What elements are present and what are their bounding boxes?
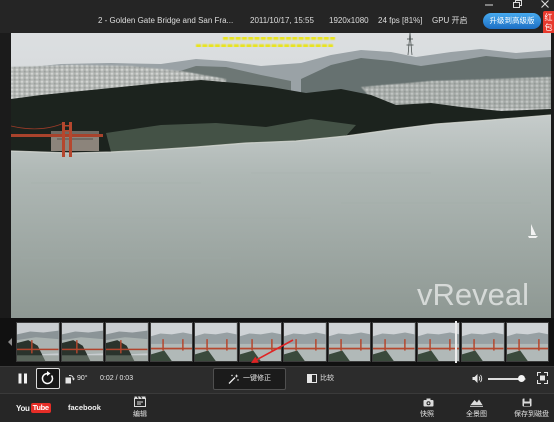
video-scene: vReveal [11,33,551,318]
edit-label[interactable]: 编辑 [133,410,147,419]
snapshot-label[interactable]: 快照 [420,410,434,419]
thumbnail-image [418,323,460,361]
left-gutter [0,33,11,318]
video-frame[interactable]: vReveal [11,33,551,318]
thumbnail-image [151,323,193,361]
bottom-toolbar: You Tube facebook 编辑 快照 全景图 保存到磁盘 [0,393,554,422]
filmstrip-thumbnail[interactable] [194,322,238,362]
title-bar: 2 - Golden Gate Bridge and San Fra... 20… [0,0,554,36]
minimize-icon[interactable] [483,0,495,9]
filmstrip-thumbnail[interactable] [283,322,327,362]
filmstrip-thumbnail[interactable] [327,322,371,362]
thumbnail-image [284,323,326,361]
panorama-icon[interactable] [470,398,483,407]
gpu-status: GPU 开启 [432,16,468,25]
magic-wand-icon [228,374,239,384]
disk-icon[interactable] [522,398,532,407]
filmstrip-thumbnail[interactable] [60,322,104,362]
fullscreen-icon[interactable] [537,372,548,384]
filmstrip-thumbnail[interactable] [416,322,460,362]
autofix-label: 一键修正 [243,375,271,382]
upgrade-button[interactable]: 升级到高级版 [483,13,541,29]
loop-button[interactable] [36,368,60,389]
filmstrip [0,318,554,366]
film-edit-icon[interactable] [134,396,147,407]
filmstrip-thumbnails [16,322,549,362]
filmstrip-thumbnail[interactable] [372,322,416,362]
thumbnail-image [373,323,415,361]
thumbnail-image [17,323,59,361]
compare-icon[interactable] [307,374,317,383]
thumbnail-image [240,323,282,361]
youtube-logo-tube: Tube [30,403,51,413]
thumbnail-image [106,323,148,361]
playback-time: 0:02 / 0:03 [100,375,134,382]
rotate-label: 90° [77,375,88,382]
frame-rate: 24 fps [81%] [378,16,423,25]
filmstrip-thumbnail[interactable] [16,322,60,362]
panorama-label[interactable]: 全景图 [466,410,487,419]
watermark: vReveal [417,277,529,312]
video-title: 2 - Golden Gate Bridge and San Fra... [98,16,234,25]
filmstrip-thumbnail[interactable] [149,322,193,362]
vreveal-player-window: 2 - Golden Gate Bridge and San Fra... 20… [0,0,554,422]
autofix-button[interactable]: 一键修正 [213,368,286,390]
volume-knob[interactable] [517,375,525,382]
filmstrip-playhead[interactable] [455,321,457,363]
filmstrip-thumbnail[interactable] [105,322,149,362]
filmstrip-thumbnail[interactable] [505,322,549,362]
save-to-disk-label[interactable]: 保存到磁盘 [514,410,549,419]
thumbnail-image [329,323,371,361]
speaker-icon[interactable] [472,373,483,384]
capture-datetime: 2011/10/17, 15:55 [250,16,314,25]
restore-icon[interactable] [511,0,523,9]
loop-icon [41,371,54,385]
facebook-button[interactable]: facebook [68,403,101,412]
thumbnail-image [462,323,504,361]
triangle-left-icon[interactable] [7,337,13,347]
close-icon[interactable] [539,0,551,9]
camera-icon[interactable] [423,398,434,407]
thumbnail-image [62,323,104,361]
rotate-icon[interactable] [65,374,75,384]
volume-fill [488,378,522,380]
youtube-logo-you: You [16,403,30,413]
compare-label[interactable]: 比较 [320,374,334,383]
thumbnail-image [507,323,549,361]
volume-slider[interactable] [488,375,526,382]
filmstrip-thumbnail[interactable] [461,322,505,362]
playback-controls: 90° 0:02 / 0:03 一键修正 比较 [0,366,554,393]
pause-icon[interactable] [18,373,28,384]
filmstrip-thumbnail[interactable] [238,322,282,362]
youtube-logo[interactable]: You Tube [16,402,51,414]
thumbnail-image [195,323,237,361]
video-resolution: 1920x1080 [329,16,369,25]
